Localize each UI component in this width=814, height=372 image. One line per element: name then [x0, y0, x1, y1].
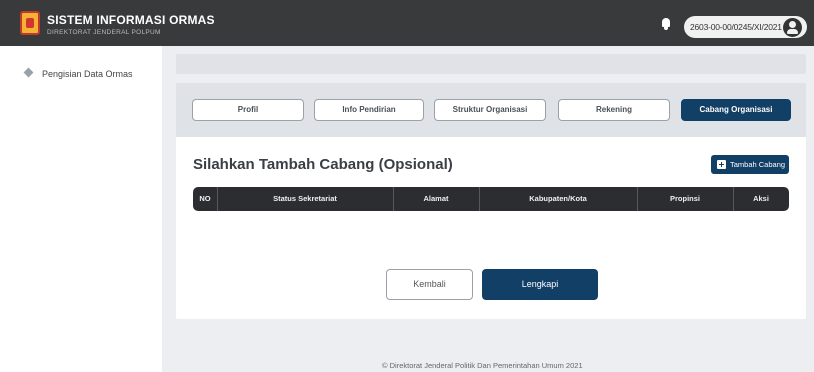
footer-copyright: © Direktorat Jenderal Politik Dan Pemeri…	[382, 361, 583, 370]
column-header-kabupaten-kota: Kabupaten/Kota	[529, 194, 587, 203]
user-menu[interactable]: 2603-00-00/0245/XI/2021	[684, 16, 807, 38]
tab-cabang-organisasi[interactable]: Cabang Organisasi	[681, 99, 791, 121]
app-title: SISTEM INFORMASI ORMAS	[47, 13, 215, 27]
add-branch-button[interactable]: Tambah Cabang	[711, 155, 789, 174]
bell-icon[interactable]	[661, 18, 671, 30]
column-header-alamat: Alamat	[423, 194, 449, 203]
plus-square-icon	[717, 160, 726, 169]
sidebar-item-label: Pengisian Data Ormas	[42, 69, 133, 79]
column-header-no: NO	[199, 194, 211, 203]
main-card: Profil Info Pendirian Struktur Organisas…	[176, 83, 806, 319]
diamond-icon	[23, 67, 34, 78]
tab-bar: Profil Info Pendirian Struktur Organisas…	[176, 83, 806, 137]
table-header: NO Status Sekretariat Alamat Kabupaten/K…	[193, 187, 789, 211]
column-header-aksi: Aksi	[753, 194, 769, 203]
breadcrumb-strip	[176, 54, 806, 74]
garuda-emblem-icon	[20, 11, 40, 35]
app-subtitle: DIREKTORAT JENDERAL POLPUM	[47, 29, 161, 36]
column-header-propinsi: Propinsi	[669, 194, 700, 203]
tab-rekening[interactable]: Rekening	[558, 99, 670, 121]
column-header-status-sekretariat: Status Sekretariat	[273, 194, 337, 203]
sidebar: Pengisian Data Ormas	[0, 46, 162, 372]
user-icon[interactable]	[783, 18, 802, 37]
user-id: 2603-00-00/0245/XI/2021	[690, 22, 782, 32]
tab-struktur-organisasi[interactable]: Struktur Organisasi	[434, 99, 546, 121]
back-button[interactable]: Kembali	[386, 269, 473, 300]
sidebar-item-pengisian-data-ormas[interactable]: Pengisian Data Ormas	[0, 60, 162, 88]
submit-button[interactable]: Lengkapi	[482, 269, 598, 300]
section-title: Silahkan Tambah Cabang (Opsional)	[193, 156, 453, 173]
top-bar: SISTEM INFORMASI ORMAS DIREKTORAT JENDER…	[0, 0, 814, 46]
tab-info-pendirian[interactable]: Info Pendirian	[314, 99, 424, 121]
tab-profil[interactable]: Profil	[192, 99, 304, 121]
add-branch-label: Tambah Cabang	[730, 160, 786, 169]
